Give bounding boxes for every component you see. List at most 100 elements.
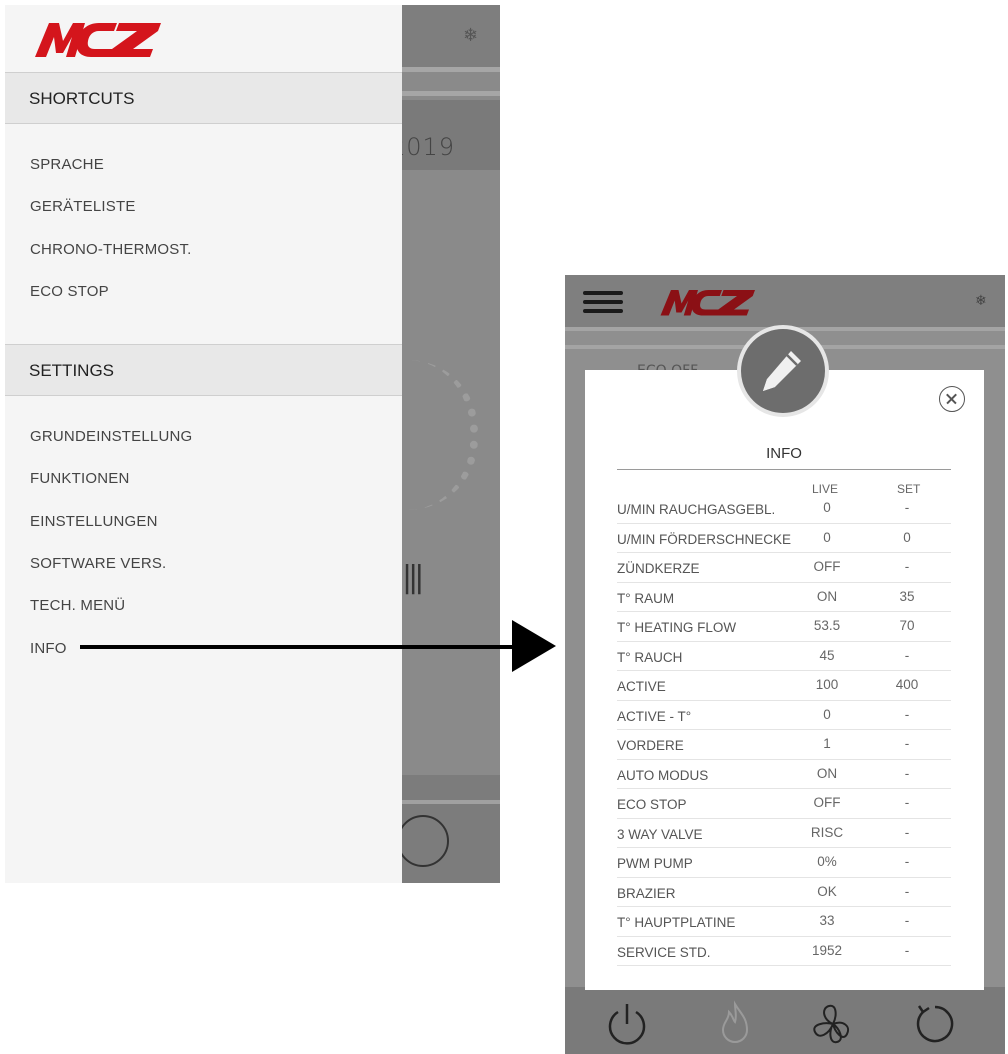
fan-icon[interactable]: [809, 1000, 857, 1048]
info-row: U/MIN RAUCHGASGEBL. 0 -: [617, 494, 951, 524]
menu-item-sprache[interactable]: SPRACHE: [30, 156, 104, 173]
info-row-live-value: 45: [819, 647, 835, 663]
menu-item-geraeteliste[interactable]: GERÄTELISTE: [30, 198, 136, 215]
info-row-label: U/MIN RAUCHGASGEBL.: [617, 502, 776, 517]
menu-item-einstellungen[interactable]: EINSTELLUNGEN: [30, 513, 158, 530]
info-row-set-value: -: [904, 913, 910, 928]
info-row: ACTIVE - T° 0 -: [617, 701, 951, 730]
drawer-logo-area: [5, 5, 402, 71]
info-row-label: T° HAUPTPLATINE: [617, 915, 736, 930]
menu-item-grundeinstellung[interactable]: GRUNDEINSTELLUNG: [30, 428, 192, 445]
info-row-label: T° RAUCH: [617, 649, 683, 665]
info-row-label: T° HEATING FLOW: [617, 620, 737, 635]
info-row: ECO STOP OFF -: [617, 789, 951, 819]
flame-icon[interactable]: [711, 1000, 759, 1048]
menu-item-software-vers[interactable]: SOFTWARE VERS.: [30, 555, 166, 572]
background-dial: [400, 360, 478, 510]
info-row-live-value: ON: [816, 765, 838, 781]
left-phone-screen: ❄ 2019 ||| SHORTCUTS SPRACHE GERÄTELISTE…: [5, 5, 500, 883]
menu-item-funktionen[interactable]: FUNKTIONEN: [30, 470, 130, 487]
arrow-head: [512, 620, 556, 672]
info-dialog: INFO LIVE SET U/MIN RAUCHGASGEBL. 0- U/MIN…: [585, 370, 984, 990]
info-row: PWM PUMP 0% -: [617, 848, 951, 878]
power-icon[interactable]: [603, 1000, 651, 1048]
mcz-logo: [29, 19, 165, 59]
pencil-icon: [763, 351, 801, 391]
menu-item-tech-menu[interactable]: TECH. MENÜ: [30, 597, 125, 614]
info-row: T° RAUM ON 35: [617, 583, 951, 612]
info-row-set-value: 35: [899, 588, 915, 604]
radiator-icon: |||: [402, 560, 424, 595]
info-row-live-value: OK: [817, 883, 837, 899]
info-row-label: AUTO MODUS: [617, 767, 709, 783]
info-row-set-value: -: [904, 765, 910, 781]
info-row-set-value: -: [904, 559, 910, 574]
info-row-label: ECO STOP: [617, 797, 687, 812]
info-row-live-value: 0%: [817, 854, 837, 869]
info-row: T° RAUCH 45 -: [617, 642, 951, 671]
info-row-label: PWM PUMP: [617, 856, 693, 871]
info-row-label: ACTIVE: [617, 679, 666, 694]
close-icon[interactable]: [939, 386, 965, 412]
info-row-live-value: RISC: [810, 824, 844, 840]
info-row-set-value: 70: [899, 618, 915, 633]
info-row-label: SERVICE STD.: [617, 944, 711, 960]
right-phone-screen: ❄ ECO OFF INFO LIVE SET U/MIN RAUCHGASGE…: [565, 275, 1005, 1054]
app-header: [565, 275, 1005, 327]
info-row-live-value: 100: [815, 677, 839, 692]
info-row-live-value: 0: [823, 706, 831, 722]
menu-item-eco-stop[interactable]: ECO STOP: [30, 283, 109, 300]
info-row-set-value: -: [904, 795, 910, 810]
info-row: AUTO MODUS ON -: [617, 760, 951, 789]
snowflake-icon: ❄: [463, 25, 479, 46]
info-row-label: ZÜNDKERZE: [617, 561, 700, 576]
info-row-live-value: 53.5: [813, 618, 841, 633]
navigation-drawer: SHORTCUTS SPRACHE GERÄTELISTE CHRONO-THE…: [5, 5, 402, 883]
info-row-set-value: -: [904, 854, 910, 869]
info-row: VORDERE 1 -: [617, 730, 951, 760]
title-divider: [617, 469, 951, 470]
refresh-icon: [397, 815, 449, 867]
info-row-set-value: -: [904, 942, 910, 958]
info-row-set-value: -: [904, 647, 910, 663]
info-row-label: 3 WAY VALVE: [617, 826, 703, 842]
info-row-live-value: 1952: [811, 942, 843, 958]
info-row: T° HEATING FLOW 53.5 70: [617, 612, 951, 642]
info-row: ACTIVE 100 400: [617, 671, 951, 701]
hamburger-menu-icon[interactable]: [583, 291, 623, 313]
shortcuts-header: SHORTCUTS: [5, 72, 402, 124]
info-row: BRAZIER OK -: [617, 878, 951, 907]
mcz-logo: [655, 287, 759, 317]
info-row-set-value: 400: [895, 677, 919, 692]
info-row-set-value: -: [904, 883, 910, 899]
arrow-line: [80, 645, 520, 649]
edit-badge: [737, 325, 829, 417]
info-row: 3 WAY VALVE RISC -: [617, 819, 951, 848]
settings-header: SETTINGS: [5, 344, 402, 396]
info-row-set-value: -: [904, 824, 910, 840]
info-row-live-value: 0: [823, 500, 831, 515]
info-row-label: ACTIVE - T°: [617, 708, 692, 724]
info-row-live-value: OFF: [813, 559, 841, 574]
info-row-live-value: OFF: [813, 795, 841, 810]
menu-item-info[interactable]: INFO: [30, 640, 67, 657]
refresh-icon[interactable]: [909, 1000, 957, 1048]
info-row-label: U/MIN FÖRDERSCHNECKE: [617, 531, 792, 547]
info-row-label: T° RAUM: [617, 590, 675, 606]
info-row-set-value: -: [904, 500, 910, 515]
info-title: INFO: [766, 445, 802, 462]
info-row-label: BRAZIER: [617, 885, 676, 901]
info-row-live-value: 1: [823, 736, 831, 751]
info-row: U/MIN FÖRDERSCHNECKE 0 0: [617, 524, 951, 553]
info-row-set-value: -: [904, 736, 910, 751]
info-row-live-value: 33: [819, 913, 835, 928]
info-row-set-value: -: [904, 706, 910, 722]
info-row: SERVICE STD. 1952 -: [617, 937, 951, 966]
menu-item-chrono-thermost[interactable]: CHRONO-THERMOST.: [30, 241, 192, 258]
info-row: ZÜNDKERZE OFF -: [617, 553, 951, 583]
snowflake-icon: ❄: [975, 293, 987, 309]
info-row-live-value: 0: [823, 529, 831, 545]
info-row-label: VORDERE: [617, 738, 684, 753]
info-row: T° HAUPTPLATINE 33 -: [617, 907, 951, 937]
info-row-live-value: ON: [816, 588, 838, 604]
